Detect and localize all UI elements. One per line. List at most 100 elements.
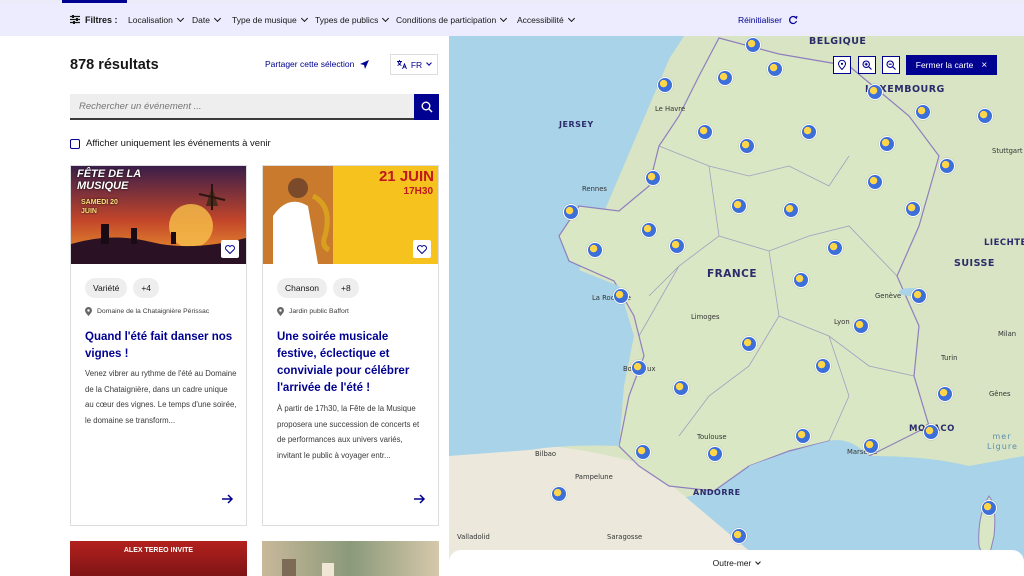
filter-bar: Filtres : Localisation Date Type de musi…: [0, 3, 1024, 36]
tag-more-chip[interactable]: +4: [133, 278, 160, 298]
event-marker[interactable]: [669, 238, 685, 254]
upcoming-label: Afficher uniquement les événements à ven…: [86, 138, 271, 149]
event-marker[interactable]: [867, 84, 883, 100]
event-marker[interactable]: [657, 77, 673, 93]
map-city-geneve: Genève: [875, 292, 902, 300]
outremer-selector[interactable]: Outre-mer: [449, 550, 1024, 576]
reset-button[interactable]: Réinitialiser: [738, 15, 798, 25]
event-poster-image: [262, 541, 439, 576]
event-marker[interactable]: [697, 124, 713, 140]
filter-participation[interactable]: Conditions de participation: [396, 14, 508, 25]
open-event-arrow[interactable]: [414, 491, 426, 509]
language-selector[interactable]: FR: [390, 54, 438, 75]
locate-button[interactable]: [833, 56, 851, 74]
search-icon: [421, 101, 433, 113]
event-marker[interactable]: [783, 202, 799, 218]
chevron-down-icon: [176, 14, 184, 22]
event-marker[interactable]: [905, 201, 921, 217]
search-input[interactable]: [70, 94, 414, 120]
heart-icon: [417, 244, 427, 254]
event-marker[interactable]: [551, 486, 567, 502]
tag-chip[interactable]: Chanson: [277, 278, 328, 298]
tag-more-chip[interactable]: +8: [333, 278, 359, 298]
event-description: Venez vibrer au rythme de l'été au Domai…: [85, 369, 237, 425]
event-marker[interactable]: [587, 242, 603, 258]
event-marker[interactable]: [977, 108, 993, 124]
zoom-out-button[interactable]: [882, 56, 900, 74]
filters-title-label: Filtres :: [85, 14, 118, 25]
event-card[interactable]: 21 JUIN 17H30 Chanson +8 Jardin public B…: [262, 165, 439, 526]
upcoming-checkbox[interactable]: [70, 138, 80, 149]
event-marker[interactable]: [981, 500, 997, 516]
event-marker[interactable]: [827, 240, 843, 256]
map-label-jersey: JERSEY: [559, 120, 594, 129]
filter-audience-type[interactable]: Types de publics: [315, 14, 390, 25]
event-marker[interactable]: [815, 358, 831, 374]
event-marker[interactable]: [631, 360, 647, 376]
event-marker[interactable]: [879, 136, 895, 152]
poster-figure: [282, 559, 296, 576]
event-marker[interactable]: [795, 428, 811, 444]
events-map[interactable]: BELGIQUE LUXEMBOURG JERSEY FRANCE SUISSE…: [449, 36, 1024, 576]
event-marker[interactable]: [853, 318, 869, 334]
close-icon: ×: [981, 59, 988, 71]
map-label-andorre: ANDORRE: [693, 488, 741, 497]
search-button[interactable]: [414, 94, 439, 120]
event-marker[interactable]: [707, 446, 723, 462]
map-city-stuttgart: Stuttgart: [992, 147, 1023, 155]
event-marker[interactable]: [793, 272, 809, 288]
event-marker[interactable]: [863, 438, 879, 454]
map-city-bilbao: Bilbao: [535, 450, 557, 458]
tag-chip[interactable]: Variété: [85, 278, 128, 298]
event-title[interactable]: Une soirée musicale festive, éclectique …: [277, 329, 429, 397]
event-marker[interactable]: [911, 288, 927, 304]
map-city-lyon: Lyon: [834, 318, 850, 326]
event-marker[interactable]: [745, 37, 761, 53]
event-marker[interactable]: [731, 198, 747, 214]
event-title[interactable]: Quand l'été fait danser nos vignes !: [85, 329, 237, 363]
chevron-down-icon: [500, 14, 508, 22]
event-marker[interactable]: [741, 336, 757, 352]
event-marker[interactable]: [717, 70, 733, 86]
filter-music-type[interactable]: Type de musique: [232, 14, 308, 25]
open-event-arrow[interactable]: [222, 491, 234, 509]
event-marker[interactable]: [731, 528, 747, 544]
favorite-button[interactable]: [221, 240, 239, 258]
filter-date[interactable]: Date: [192, 14, 222, 25]
map-city-valladolid: Valladolid: [457, 533, 490, 541]
close-map-button[interactable]: Fermer la carte ×: [906, 55, 997, 75]
share-selection-link[interactable]: Partager cette sélection: [265, 59, 370, 69]
zoom-out-icon: [886, 60, 896, 70]
event-marker[interactable]: [939, 158, 955, 174]
chevron-down-icon: [300, 14, 308, 22]
event-marker[interactable]: [937, 386, 953, 402]
map-city-turin: Turin: [941, 354, 958, 362]
event-marker[interactable]: [563, 204, 579, 220]
event-marker[interactable]: [739, 138, 755, 154]
event-marker[interactable]: [673, 380, 689, 396]
results-count: 878 résultats: [70, 57, 159, 73]
event-marker[interactable]: [801, 124, 817, 140]
event-marker[interactable]: [767, 61, 783, 77]
event-marker[interactable]: [915, 104, 931, 120]
event-marker[interactable]: [923, 424, 939, 440]
event-card[interactable]: [262, 541, 439, 576]
favorite-button[interactable]: [413, 240, 431, 258]
event-location: Jardin public Baffort: [277, 307, 349, 316]
map-label-belgique: BELGIQUE: [809, 36, 867, 47]
event-marker[interactable]: [641, 222, 657, 238]
filter-accessibility[interactable]: Accessibilité: [517, 14, 575, 25]
event-marker[interactable]: [613, 288, 629, 304]
event-card[interactable]: ALEX TEREO INVITE: [70, 541, 247, 576]
zoom-in-button[interactable]: [858, 56, 876, 74]
filter-localisation[interactable]: Localisation: [128, 14, 184, 25]
filters-title[interactable]: Filtres :: [70, 15, 118, 25]
map-city-rennes: Rennes: [582, 185, 607, 193]
event-card[interactable]: FÊTE DE LA MUSIQUE SAMEDI 20 JUIN Variét…: [70, 165, 247, 526]
event-marker[interactable]: [867, 174, 883, 190]
map-city-limoges: Limoges: [691, 313, 720, 321]
event-marker[interactable]: [645, 170, 661, 186]
upcoming-only-toggle[interactable]: Afficher uniquement les événements à ven…: [70, 138, 271, 149]
event-marker[interactable]: [635, 444, 651, 460]
location-pin-icon: [277, 307, 284, 316]
